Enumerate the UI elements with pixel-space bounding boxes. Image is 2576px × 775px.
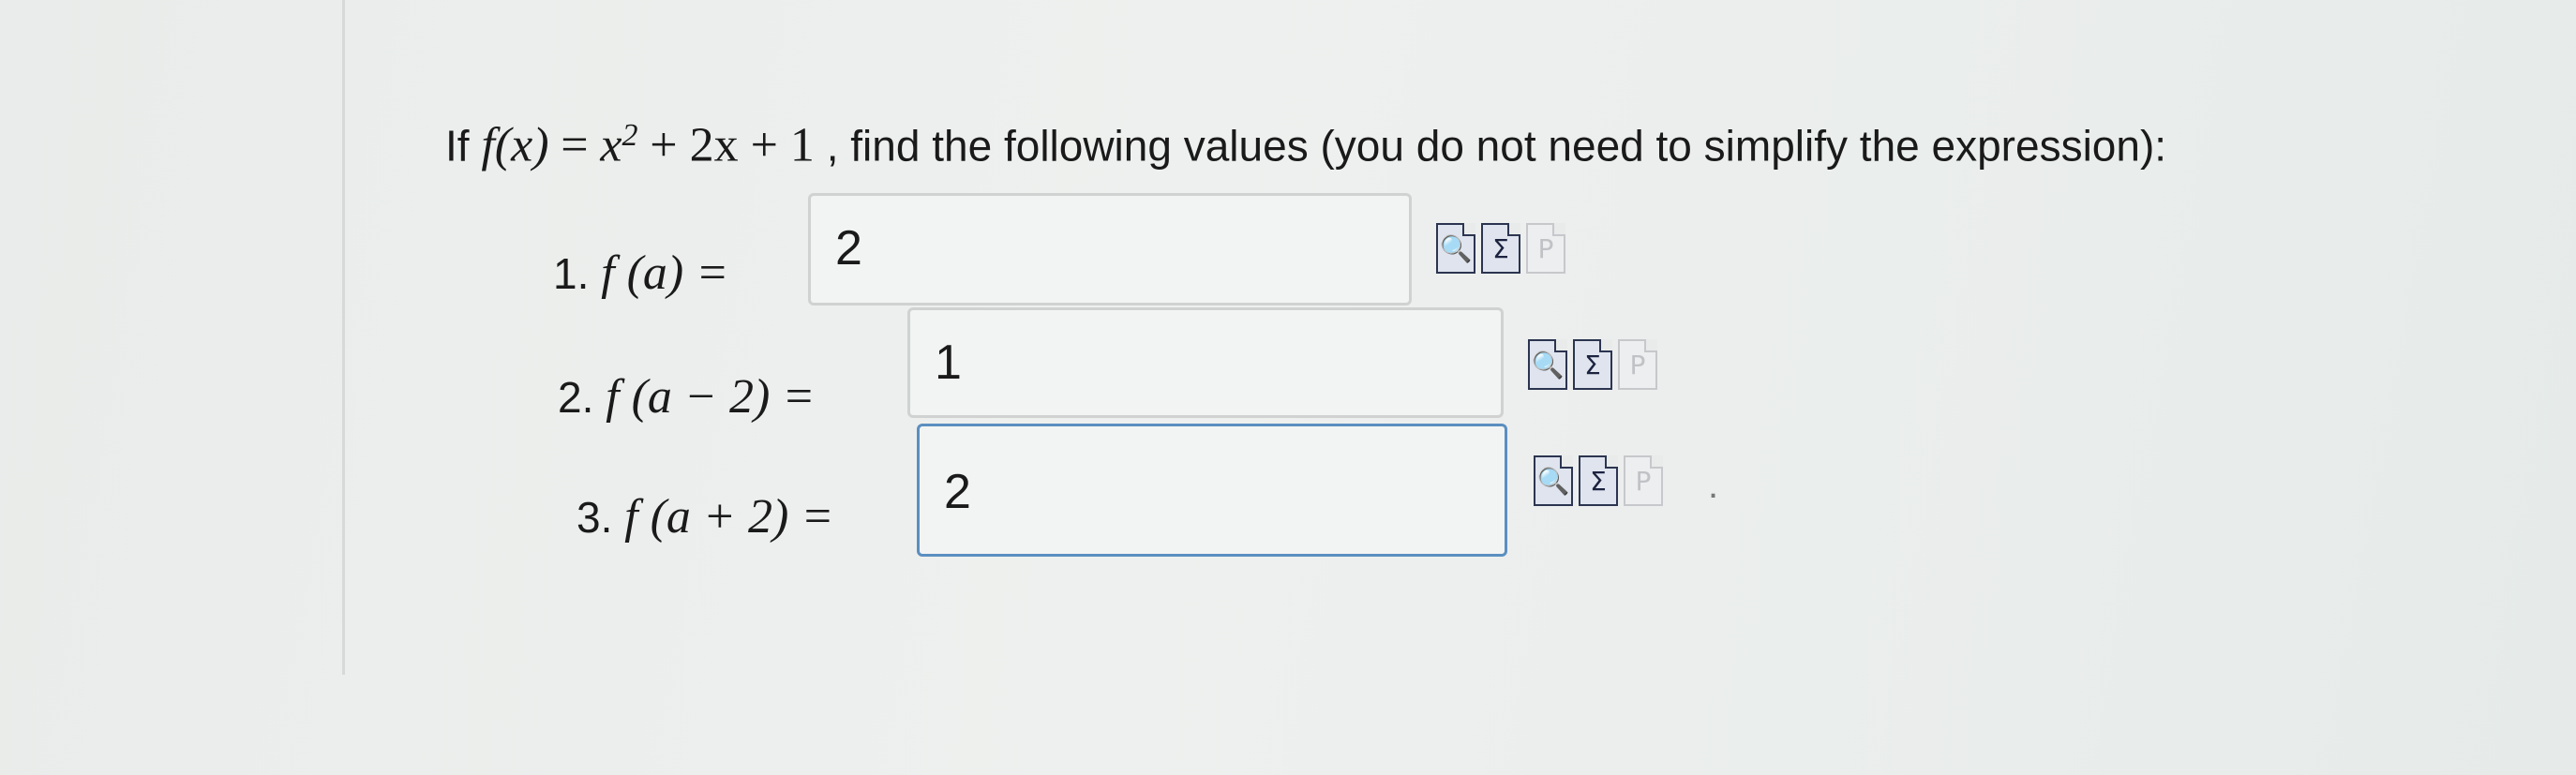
item-expression: f (a) =: [601, 246, 729, 300]
formula-editor-icon[interactable]: Σ: [1573, 339, 1612, 390]
preview-icon[interactable]: 🔍: [1436, 223, 1475, 274]
formula-editor-icon[interactable]: Σ: [1481, 223, 1520, 274]
function-rest: + 2x + 1: [650, 118, 815, 172]
function-lhs: f(x): [481, 118, 549, 172]
item-2-tools: 🔍 Σ P: [1528, 339, 1657, 390]
answer-input-1[interactable]: 2: [808, 193, 1412, 306]
item-number: 2.: [558, 373, 594, 422]
exponent: 2: [622, 118, 638, 153]
answer-input-2[interactable]: 1: [907, 307, 1504, 418]
equals-sign: =: [561, 118, 589, 172]
question-suffix: , find the following values (you do not …: [826, 121, 2167, 171]
item-1-label: 1. f (a) =: [553, 246, 728, 302]
item-number: 3.: [577, 493, 613, 542]
help-doc-icon[interactable]: P: [1624, 455, 1663, 506]
answer-value-2: 1: [935, 335, 962, 390]
item-2-label: 2. f (a − 2) =: [558, 369, 815, 425]
question-prefix: If: [445, 121, 470, 171]
help-doc-icon[interactable]: P: [1526, 223, 1565, 274]
item-expression: f (a − 2) =: [606, 370, 816, 424]
answer-value-1: 2: [835, 221, 862, 276]
preview-icon[interactable]: 🔍: [1528, 339, 1567, 390]
preview-icon[interactable]: 🔍: [1534, 455, 1573, 506]
trailing-period: .: [1708, 465, 1719, 506]
x-base: x: [600, 118, 622, 172]
item-number: 1.: [553, 249, 590, 298]
item-1-tools: 🔍 Σ P: [1436, 223, 1565, 274]
answer-input-3[interactable]: 2: [917, 424, 1507, 557]
answer-value-3: 2: [944, 465, 971, 519]
item-3-tools: 🔍 Σ P: [1534, 455, 1663, 506]
question-prompt: If f(x) = x2 + 2x + 1 , find the followi…: [445, 103, 2166, 178]
item-3-label: 3. f (a + 2) =: [577, 489, 833, 545]
item-expression: f (a + 2) =: [624, 490, 834, 544]
formula-editor-icon[interactable]: Σ: [1579, 455, 1618, 506]
panel-edge: [342, 0, 345, 675]
help-doc-icon[interactable]: P: [1618, 339, 1657, 390]
